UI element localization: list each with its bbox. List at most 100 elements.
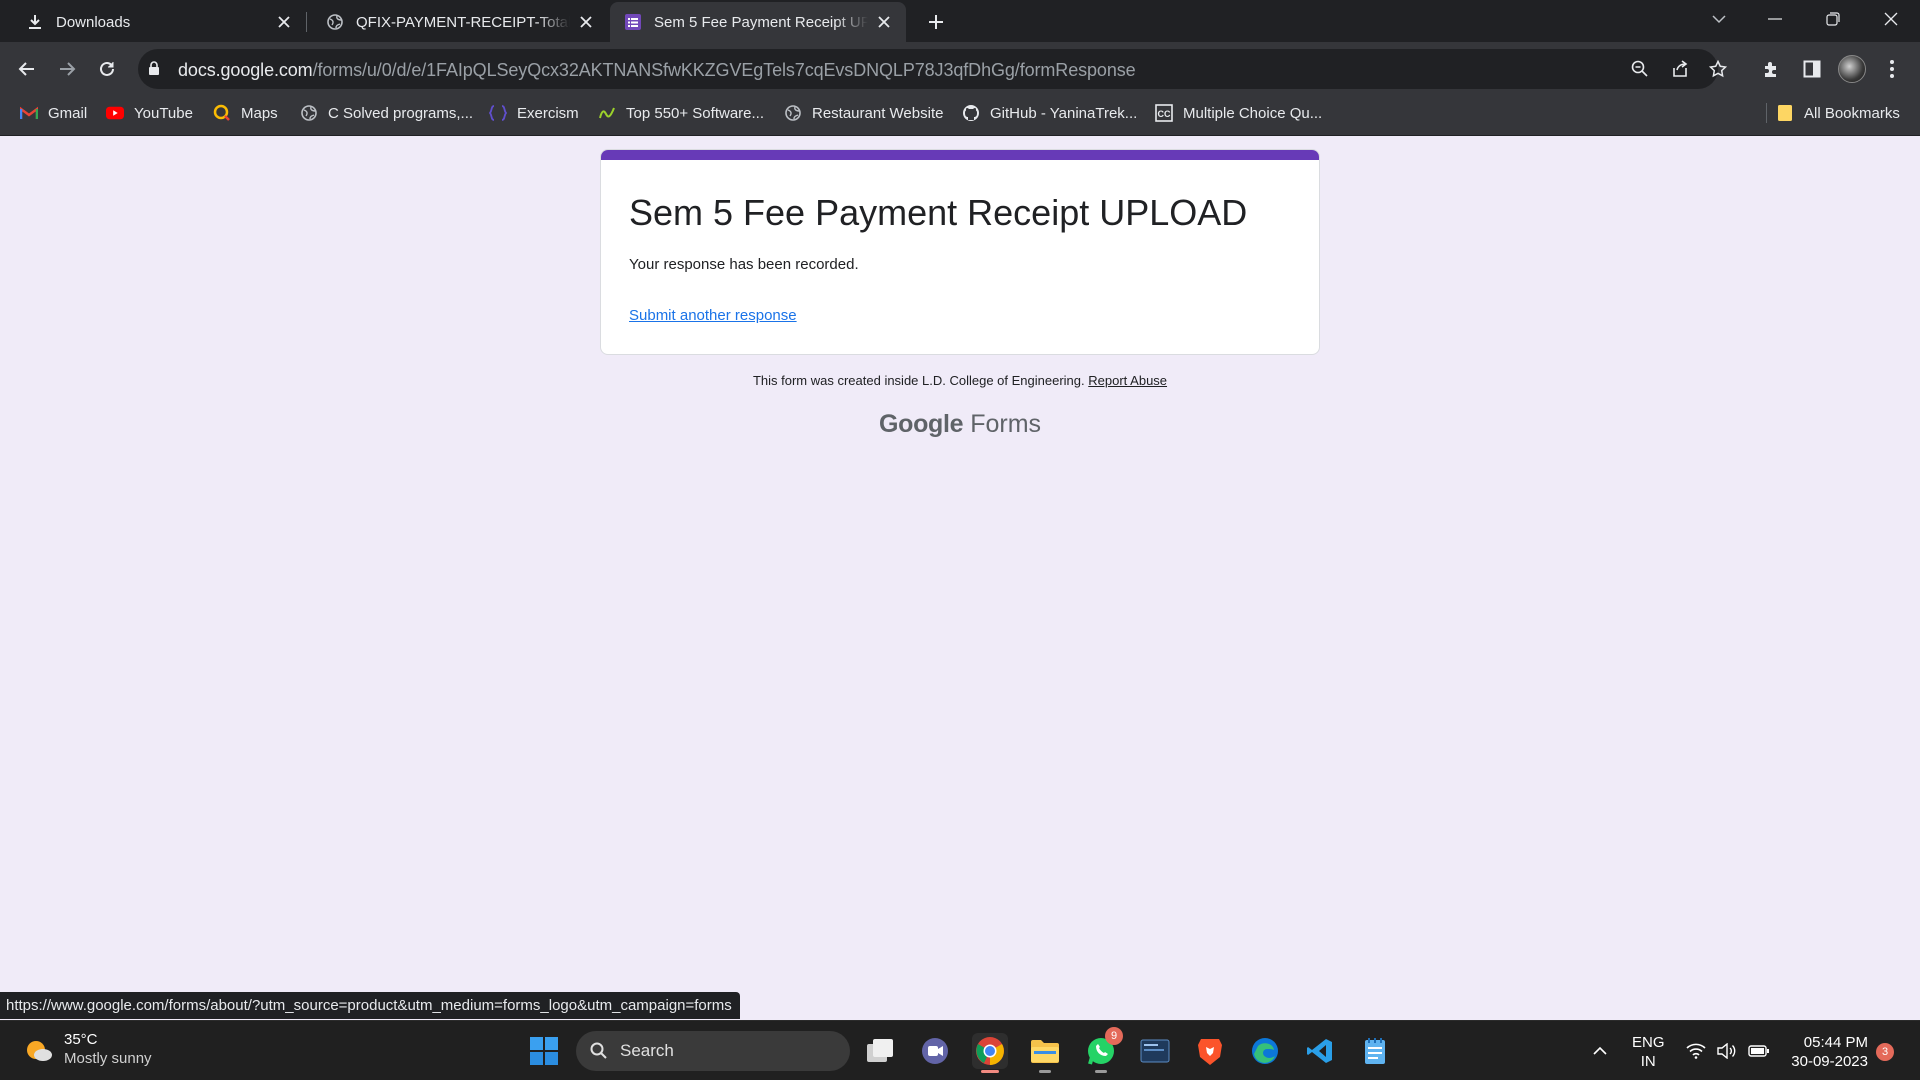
extensions-icon[interactable]: [1760, 57, 1784, 81]
footer-text: This form was created inside L.D. Colleg…: [752, 373, 1085, 388]
chrome-icon[interactable]: [972, 1033, 1008, 1073]
weather-sun-icon: [27, 1041, 52, 1061]
show-hidden-icons-chevron-icon[interactable]: [1584, 1035, 1616, 1067]
bookmark-restaurant[interactable]: Restaurant Website: [784, 96, 943, 130]
github-icon: [962, 104, 980, 122]
tab-title: Sem 5 Fee Payment Receipt UPLOAD: [654, 13, 868, 31]
whatsapp-unread-badge: 9: [1105, 1027, 1123, 1045]
forward-button[interactable]: [51, 53, 83, 85]
close-window-button[interactable]: [1868, 0, 1914, 38]
windows-taskbar: 35°C Mostly sunny Search 9 ENG IN 05:44 …: [0, 1020, 1920, 1080]
youtube-icon: [106, 104, 124, 122]
bookmark-maps[interactable]: Maps: [213, 96, 278, 130]
folder-icon: [1776, 104, 1794, 122]
clock-date: 30-09-2023: [1791, 1053, 1868, 1070]
tab-strip: Downloads QFIX-PAYMENT-RECEIPT-Total Fee…: [0, 0, 1920, 42]
tab-sem5-form[interactable]: Sem 5 Fee Payment Receipt UPLOAD: [610, 2, 906, 42]
new-tab-button[interactable]: [922, 8, 950, 36]
active-indicator: [981, 1070, 999, 1073]
menu-icon[interactable]: [1880, 57, 1904, 81]
forms-icon: [624, 13, 642, 31]
share-icon[interactable]: [1668, 57, 1692, 81]
start-button[interactable]: [526, 1033, 562, 1069]
tab-downloads[interactable]: Downloads: [0, 2, 306, 42]
lock-icon[interactable]: [148, 61, 160, 81]
bookmark-site-icon: [598, 104, 616, 122]
mysql-workbench-icon[interactable]: [1137, 1033, 1173, 1069]
profile-avatar[interactable]: [1838, 55, 1866, 83]
vscode-icon[interactable]: [1302, 1033, 1338, 1069]
form-response-card: Sem 5 Fee Payment Receipt UPLOAD Your re…: [600, 149, 1320, 355]
brave-icon[interactable]: [1192, 1033, 1228, 1069]
bookmarks-divider: [1766, 103, 1767, 123]
bookmarks-bar: Gmail YouTube Maps C Solved programs,...…: [0, 96, 1920, 136]
form-accent-bar: [601, 150, 1319, 160]
submit-another-link[interactable]: Submit another response: [629, 307, 797, 324]
forms-wordmark: Forms: [970, 410, 1042, 438]
minimize-button[interactable]: [1752, 0, 1798, 38]
close-icon[interactable]: [274, 12, 294, 32]
bookmark-gmail[interactable]: Gmail: [20, 96, 87, 130]
close-icon[interactable]: [874, 12, 894, 32]
running-indicator: [1095, 1070, 1107, 1073]
weather-widget[interactable]: 35°C Mostly sunny: [24, 1031, 152, 1069]
report-abuse-link[interactable]: Report Abuse: [1088, 373, 1167, 388]
back-button[interactable]: [11, 53, 43, 85]
bookmark-youtube[interactable]: YouTube: [106, 96, 193, 130]
bookmark-top-software[interactable]: Top 550+ Software...: [598, 96, 764, 130]
zoom-icon[interactable]: [1628, 57, 1652, 81]
form-footer: This form was created inside L.D. Colleg…: [0, 373, 1920, 388]
reload-button[interactable]: [91, 53, 123, 85]
bookmark-star-icon[interactable]: [1706, 57, 1730, 81]
bookmark-github[interactable]: GitHub - YaninaTrek...: [962, 96, 1137, 130]
tab-title: QFIX-PAYMENT-RECEIPT-Total Fees: [356, 13, 570, 31]
input-language-indicator[interactable]: ENG IN: [1632, 1033, 1665, 1071]
task-view-icon[interactable]: [862, 1033, 898, 1069]
whatsapp-icon[interactable]: 9: [1083, 1027, 1123, 1073]
weather-desc: Mostly sunny: [64, 1050, 152, 1067]
exercism-icon: [489, 104, 507, 122]
globe-icon: [784, 104, 802, 122]
clock-time: 05:44 PM: [1803, 1034, 1868, 1051]
running-indicator: [1039, 1070, 1051, 1073]
globe-icon: [300, 104, 318, 122]
google-forms-logo[interactable]: Google Forms: [0, 410, 1920, 439]
google-wordmark: Google: [878, 410, 964, 438]
notification-count-badge[interactable]: 3: [1876, 1043, 1894, 1061]
file-explorer-icon[interactable]: [1027, 1033, 1063, 1073]
restore-button[interactable]: [1810, 0, 1856, 38]
search-icon: [590, 1042, 608, 1060]
bookmark-exercism[interactable]: Exercism: [489, 96, 579, 130]
tab-title: Downloads: [56, 13, 131, 31]
search-label: Search: [620, 1041, 674, 1060]
tab-search-icon[interactable]: [1696, 0, 1742, 38]
globe-icon: [326, 13, 344, 31]
svg-text:CC: CC: [1158, 109, 1171, 119]
quick-settings[interactable]: [1680, 1035, 1776, 1067]
all-bookmarks-folder[interactable]: All Bookmarks: [1776, 96, 1900, 130]
browser-toolbar: docs.google.com/forms/u/0/d/e/1FAIpQLSey…: [0, 42, 1920, 96]
side-panel-icon[interactable]: [1800, 57, 1824, 81]
gmail-icon: [20, 104, 38, 122]
notepad-icon[interactable]: [1357, 1033, 1393, 1069]
bookmark-mcq[interactable]: CC Multiple Choice Qu...: [1155, 96, 1322, 130]
battery-icon: [1748, 1045, 1770, 1057]
maps-icon: [213, 104, 231, 122]
link-status-bubble: https://www.google.com/forms/about/?utm_…: [0, 992, 740, 1019]
bookmark-c-programs[interactable]: C Solved programs,...: [300, 96, 473, 130]
edge-icon[interactable]: [1247, 1033, 1283, 1069]
windows-icon: [530, 1037, 558, 1065]
weather-temp: 35°C: [64, 1031, 98, 1048]
system-clock[interactable]: 05:44 PM 30-09-2023: [1780, 1033, 1868, 1071]
tab-qfix-payment[interactable]: QFIX-PAYMENT-RECEIPT-Total Fees: [306, 2, 608, 42]
volume-icon: [1717, 1043, 1736, 1059]
teams-chat-icon[interactable]: [917, 1033, 953, 1069]
cc-icon: CC: [1155, 104, 1173, 122]
close-icon[interactable]: [576, 12, 596, 32]
url-text[interactable]: docs.google.com/forms/u/0/d/e/1FAIpQLSey…: [178, 60, 1136, 81]
taskbar-search[interactable]: Search: [576, 1031, 850, 1071]
address-bar[interactable]: docs.google.com/forms/u/0/d/e/1FAIpQLSey…: [138, 49, 1727, 89]
confirmation-message: Your response has been recorded.: [629, 256, 859, 273]
form-title: Sem 5 Fee Payment Receipt UPLOAD: [629, 192, 1248, 233]
wifi-icon: [1686, 1043, 1706, 1059]
